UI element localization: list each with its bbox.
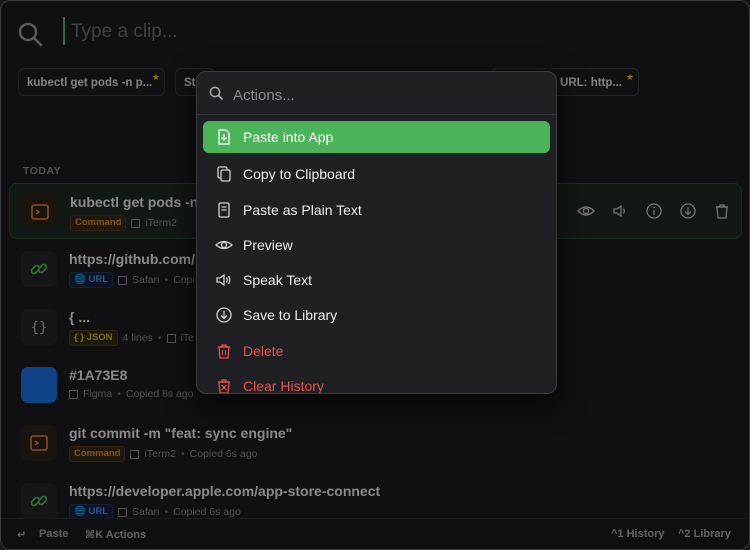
actions-menu: Paste into App Copy to Clipboard Paste a…: [196, 71, 557, 394]
eye-icon: [215, 240, 233, 250]
action-clear-history[interactable]: Clear History: [203, 370, 550, 394]
actions-search: [197, 72, 556, 115]
trash-icon: [218, 344, 230, 359]
paste-icon: [218, 129, 230, 145]
action-label: Clear History: [243, 378, 324, 394]
action-label: Save to Library: [243, 307, 338, 323]
download-circle-icon: [216, 307, 232, 323]
search-icon: [209, 86, 223, 100]
action-label: Speak Text: [243, 272, 313, 288]
action-paste-plain-text[interactable]: Paste as Plain Text: [203, 194, 550, 226]
action-paste-into-app[interactable]: Paste into App: [203, 121, 550, 153]
trash-all-icon: [218, 379, 230, 393]
action-label: Paste as Plain Text: [243, 202, 362, 218]
action-label: Paste into App: [243, 129, 334, 145]
action-label: Preview: [243, 237, 293, 253]
copy-icon: [217, 166, 231, 182]
action-copy-to-clipboard[interactable]: Copy to Clipboard: [203, 158, 550, 190]
speaker-icon: [216, 273, 231, 287]
action-label: Delete: [243, 343, 284, 359]
actions-search-input[interactable]: [231, 83, 535, 107]
action-delete[interactable]: Delete: [203, 335, 550, 367]
action-speak-text[interactable]: Speak Text: [203, 264, 550, 296]
action-preview[interactable]: Preview: [203, 229, 550, 261]
document-icon: [218, 202, 230, 218]
clipboard-window: kubectl get pods -n p... ★ St g URL: htt…: [0, 0, 750, 550]
action-label: Copy to Clipboard: [243, 166, 356, 182]
action-save-to-library[interactable]: Save to Library: [203, 299, 550, 331]
